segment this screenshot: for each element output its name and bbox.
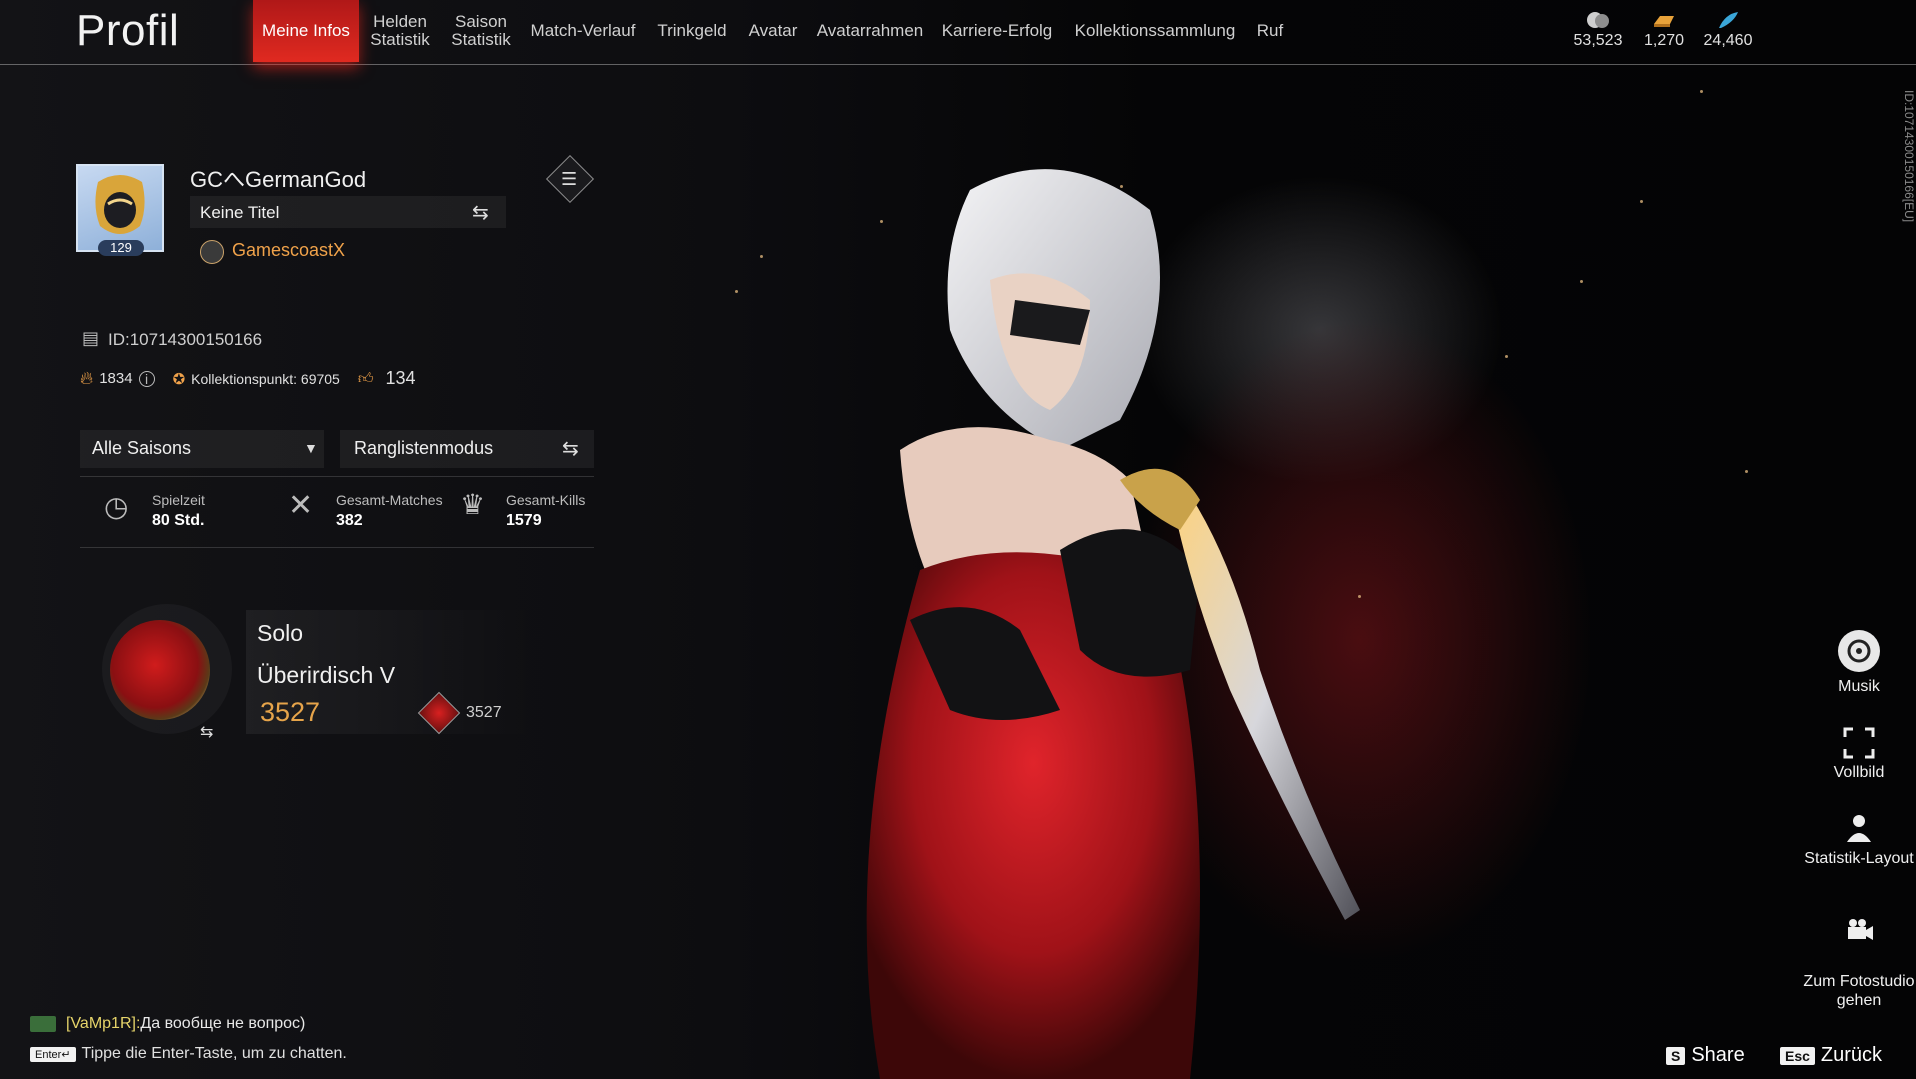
collection-points: Kollektionspunkt: 69705 xyxy=(191,370,340,387)
tab-kollektionssammlung[interactable]: Kollektionssammlung xyxy=(1066,0,1244,62)
chat-sender: [VaMp1R]: xyxy=(66,1015,141,1032)
stats-summary-line: 🔥︎ 1834 i ✪ Kollektionspunkt: 69705 👍︎ 1… xyxy=(80,368,416,389)
page-title: Profil xyxy=(76,6,180,55)
avatar[interactable] xyxy=(76,164,164,252)
mode-selector-label: Ranglistenmodus xyxy=(354,438,494,458)
chat-text: Да вообще не вопрос) xyxy=(140,1015,306,1032)
tab-match-verlauf[interactable]: Match-Verlauf xyxy=(526,0,640,62)
photo-studio-button[interactable]: Zum Fotostudio gehen xyxy=(1794,896,1916,1010)
rank-mode: Solo xyxy=(257,620,304,646)
stat-label: Spielzeit xyxy=(152,492,205,508)
camera-icon xyxy=(1848,919,1873,940)
chat-channel-icon xyxy=(30,1015,56,1032)
club-name[interactable]: GamescoastX xyxy=(232,240,345,261)
heat-value: 1834 xyxy=(99,370,133,387)
player-name: GCへGermanGod xyxy=(190,167,367,192)
chat-hint[interactable]: Enter↵ Tippe die Enter-Taste, um zu chatt… xyxy=(30,1045,347,1063)
collection-icon: ✪ xyxy=(172,370,186,388)
vertical-player-id: ID:10714300150166[EU] xyxy=(1902,90,1916,223)
level-badge: 129 xyxy=(98,240,144,256)
crown-kill-icon: ♛ xyxy=(460,489,486,520)
likes-count: 134 xyxy=(385,368,416,388)
tab-helden-statistik[interactable]: Helden Statistik xyxy=(365,0,435,62)
fullscreen-button[interactable]: Vollbild xyxy=(1794,726,1916,782)
stat-value: 1579 xyxy=(506,512,542,529)
thumbs-up-icon[interactable]: 👍︎ xyxy=(358,370,374,388)
id-card-icon: ▤ xyxy=(82,328,100,348)
swap-icon[interactable]: ⇆ xyxy=(562,436,579,461)
season-dropdown-label: Alle Saisons xyxy=(92,438,192,458)
crossed-swords-icon: ✕ xyxy=(288,489,314,522)
stats-layout-icon xyxy=(1847,815,1871,842)
currency-feather: 24,460 xyxy=(1688,10,1768,50)
avatar-portrait-icon xyxy=(95,175,145,234)
stat-value: 80 Std. xyxy=(152,512,205,529)
swap-icon[interactable]: ⇆ xyxy=(472,200,489,225)
chat-message: [VaMp1R]:Да вообще не вопрос) xyxy=(30,1015,305,1033)
enter-key-icon: Enter↵ xyxy=(30,1047,76,1062)
star-sparkle xyxy=(735,290,738,293)
back-key: Esc xyxy=(1780,1047,1815,1065)
star-sparkle xyxy=(1640,200,1643,203)
gold-bar-icon xyxy=(1654,16,1674,27)
tab-avatar[interactable]: Avatar xyxy=(742,0,804,62)
rank-score: 3527 xyxy=(260,697,321,727)
music-disc-icon xyxy=(1838,630,1880,672)
flame-icon: 🔥︎ xyxy=(80,368,94,388)
back-button[interactable]: Esc Zurück xyxy=(1780,1044,1882,1067)
stats-layout-button[interactable]: Statistik-Layout xyxy=(1794,812,1916,868)
tab-ruf[interactable]: Ruf xyxy=(1250,0,1290,62)
star-sparkle xyxy=(1580,280,1583,283)
stat-label: Gesamt-Kills xyxy=(506,492,586,508)
star-sparkle xyxy=(1745,470,1748,473)
rank-points: 3527 xyxy=(466,704,502,721)
tab-avatarrahmen[interactable]: Avatarrahmen xyxy=(810,0,930,62)
stat-label: Gesamt-Matches xyxy=(336,492,443,508)
hero-character-model xyxy=(866,169,1360,1079)
list-icon: ☰ xyxy=(561,169,578,189)
share-key: S xyxy=(1666,1047,1686,1065)
info-icon[interactable]: i xyxy=(138,370,155,387)
feather-icon xyxy=(1719,12,1738,28)
star-sparkle xyxy=(1700,90,1703,93)
star-sparkle xyxy=(1505,355,1508,358)
tab-karriere-erfolg[interactable]: Karriere-Erfolg xyxy=(938,0,1056,62)
tab-saison-statistik[interactable]: Saison Statistik xyxy=(446,0,516,62)
share-button[interactable]: S Share xyxy=(1666,1044,1745,1067)
clock-icon: ◷ xyxy=(104,491,129,522)
player-id: ID:10714300150166 xyxy=(108,330,263,349)
club-emblem-icon xyxy=(200,240,224,264)
tab-meine-infos[interactable]: Meine Infos xyxy=(253,0,359,62)
tab-trinkgeld[interactable]: Trinkgeld xyxy=(650,0,734,62)
music-button[interactable]: Musik xyxy=(1794,628,1916,696)
rank-emblem-icon xyxy=(110,620,210,720)
fullscreen-icon xyxy=(1843,727,1875,759)
stat-value: 382 xyxy=(336,512,363,529)
coin-stack-icon xyxy=(1587,12,1609,28)
swap-icon[interactable]: ⇆ xyxy=(200,722,213,742)
rank-tier: Überirdisch V xyxy=(257,662,396,688)
player-title: Keine Titel xyxy=(200,203,280,222)
chevron-down-icon: ▼ xyxy=(304,440,318,456)
chat-hint-text: Tippe die Enter-Taste, um zu chatten. xyxy=(81,1045,347,1062)
